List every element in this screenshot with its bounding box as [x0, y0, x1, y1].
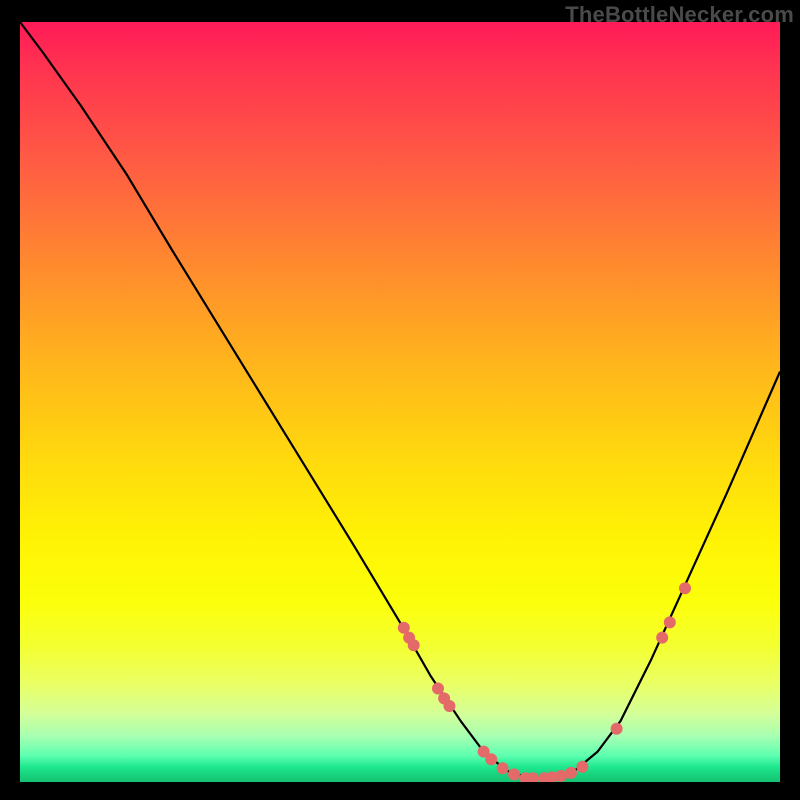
scatter-point [656, 632, 668, 644]
scatter-point [565, 767, 577, 779]
scatter-point [432, 683, 444, 695]
chart-svg [20, 22, 780, 782]
watermark-text: TheBottleNecker.com [565, 2, 794, 28]
scatter-point [485, 753, 497, 765]
scatter-point [611, 723, 623, 735]
bottleneck-curve-path [20, 22, 780, 778]
bottleneck-curve [20, 22, 780, 778]
scatter-point [679, 582, 691, 594]
scatter-point [576, 761, 588, 773]
scatter-point [664, 616, 676, 628]
scatter-points [398, 582, 691, 782]
scatter-point [497, 762, 509, 774]
scatter-point [408, 639, 420, 651]
scatter-point [508, 768, 520, 780]
scatter-point [443, 700, 455, 712]
chart-frame [20, 22, 780, 782]
plot-area [20, 22, 780, 782]
